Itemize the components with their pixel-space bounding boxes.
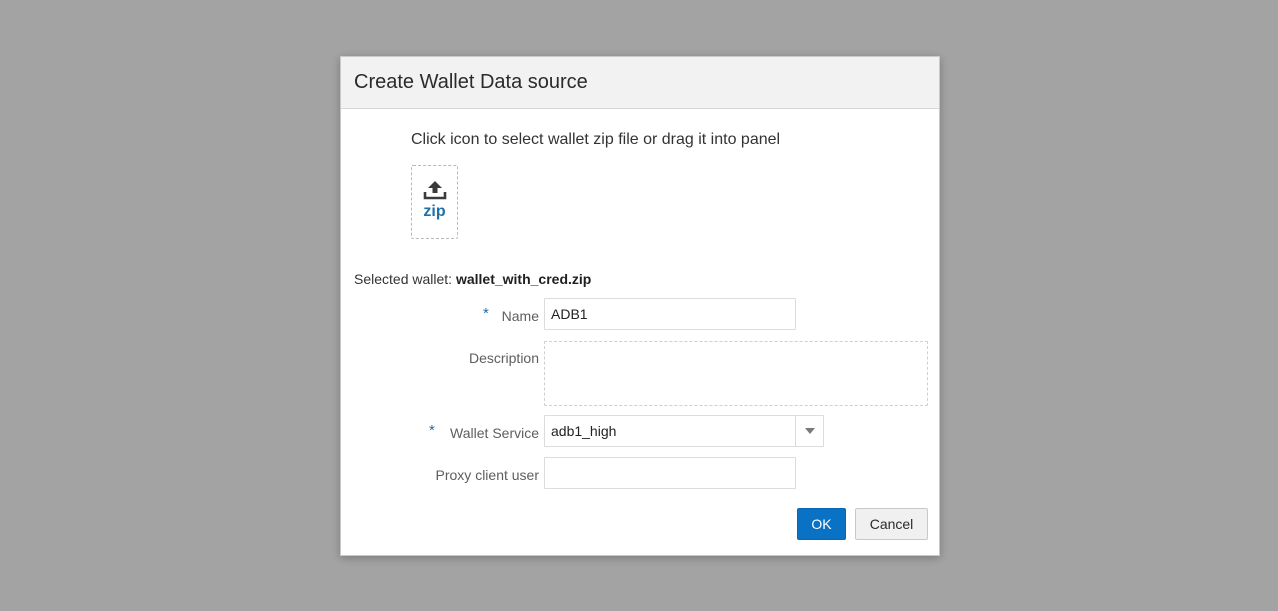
required-indicator: * — [483, 305, 489, 322]
chevron-down-icon[interactable] — [795, 416, 823, 446]
proxy-client-user-label: Proxy client user — [435, 467, 539, 483]
wallet-service-label: Wallet Service — [450, 425, 539, 441]
name-label: Name — [501, 308, 539, 324]
name-input-value: ADB1 — [551, 306, 588, 322]
upload-icon[interactable] — [423, 180, 447, 200]
upload-instruction: Click icon to select wallet zip file or … — [411, 131, 781, 148]
selected-wallet: Selected wallet: wallet_with_cred.zip — [354, 271, 591, 287]
description-input[interactable] — [544, 341, 928, 406]
cancel-button[interactable]: Cancel — [855, 508, 928, 540]
description-label: Description — [468, 350, 539, 366]
wallet-service-select[interactable]: adb1_high — [544, 415, 824, 447]
dialog-title: Create Wallet Data source — [354, 71, 588, 93]
zip-label[interactable]: zip — [423, 203, 445, 221]
wallet-service-value: adb1_high — [551, 423, 617, 439]
name-input[interactable]: ADB1 — [544, 298, 796, 330]
required-indicator: * — [429, 422, 435, 439]
proxy-client-user-input[interactable] — [544, 457, 796, 489]
dialog-header: Create Wallet Data source — [341, 57, 939, 109]
selected-wallet-filename: wallet_with_cred.zip — [455, 271, 592, 287]
selected-wallet-label: Selected wallet: — [354, 271, 453, 287]
create-wallet-dialog: Create Wallet Data source Click icon to … — [340, 56, 940, 556]
wallet-dropzone[interactable]: zip — [411, 165, 458, 239]
ok-button[interactable]: OK — [797, 508, 846, 540]
